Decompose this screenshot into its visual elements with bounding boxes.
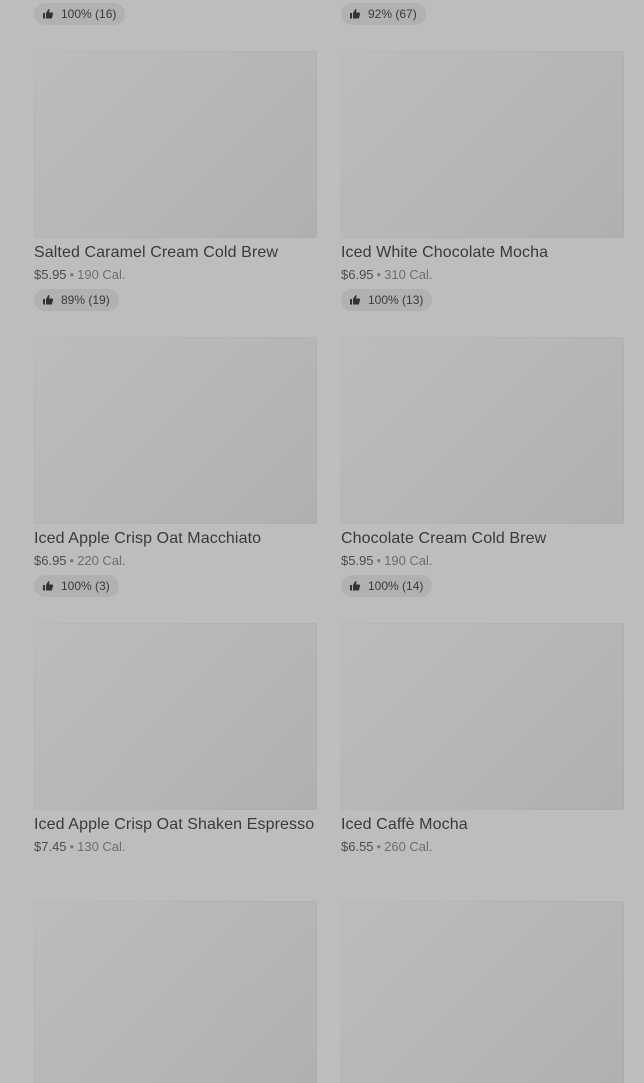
product-image[interactable] [341, 623, 624, 810]
product-image[interactable] [34, 51, 317, 238]
separator: • [376, 267, 382, 282]
product-price: $5.95 [341, 553, 374, 568]
rating-badge[interactable]: 92% (67) [341, 3, 426, 25]
rating-badge[interactable]: 89% (19) [34, 289, 119, 311]
product-image[interactable] [341, 337, 624, 524]
thumbs-up-icon [43, 9, 54, 19]
rating-text: 92% (67) [368, 7, 417, 21]
rating-text: 100% (16) [61, 7, 117, 21]
thumbs-up-icon [350, 9, 361, 19]
rating-badge[interactable]: 100% (16) [34, 3, 126, 25]
product-image[interactable] [341, 901, 624, 1083]
product-card[interactable]: Iced Apple Crisp Oat Shaken Espresso $7.… [34, 623, 317, 855]
product-meta: $6.55 • 260 Cal. [341, 838, 624, 855]
product-name[interactable]: Iced Apple Crisp Oat Macchiato [34, 529, 317, 549]
product-image[interactable] [34, 623, 317, 810]
product-calories: 260 Cal. [384, 839, 433, 854]
product-meta: $5.95 • 190 Cal. [341, 552, 624, 569]
rating-badge[interactable]: 100% (3) [34, 575, 119, 597]
product-price: $5.95 [34, 267, 67, 282]
product-name[interactable]: Chocolate Cream Cold Brew [341, 529, 624, 549]
thumbs-up-icon [350, 581, 361, 591]
product-price: $6.55 [341, 839, 374, 854]
product-price: $6.95 [341, 267, 374, 282]
product-card[interactable]: Chocolate Cream Cold Brew $5.95 • 190 Cal.… [341, 337, 624, 597]
product-image[interactable] [34, 901, 317, 1083]
product-price: $6.95 [34, 553, 67, 568]
product-calories: 190 Cal. [384, 553, 433, 568]
rating-text: 89% (19) [61, 293, 110, 307]
product-name[interactable]: Iced White Chocolate Mocha [341, 243, 624, 263]
thumbs-up-icon [43, 295, 54, 305]
product-card[interactable]: Iced Apple Crisp Oat Macchiato $6.95 • 220… [34, 337, 317, 597]
rating-badge[interactable]: 100% (14) [341, 575, 433, 597]
product-calories: 310 Cal. [384, 267, 433, 282]
product-image[interactable] [341, 51, 624, 238]
product-card[interactable]: Salted Caramel Cream Cold Brew $5.95 • 190… [34, 51, 317, 311]
product-name[interactable]: Salted Caramel Cream Cold Brew [34, 243, 317, 263]
separator: • [69, 839, 75, 854]
product-calories: 220 Cal. [77, 553, 126, 568]
rating-badge[interactable]: 100% (13) [341, 289, 433, 311]
rating-text: 100% (3) [61, 579, 110, 593]
product-calories: 130 Cal. [77, 839, 126, 854]
product-price: $7.45 [34, 839, 67, 854]
separator: • [69, 267, 75, 282]
product-name[interactable]: Iced Apple Crisp Oat Shaken Espresso [34, 815, 317, 835]
product-card[interactable] [34, 901, 317, 1083]
separator: • [69, 553, 75, 568]
product-card[interactable]: Iced Caffè Mocha $6.55 • 260 Cal. [341, 623, 624, 855]
product-name[interactable]: Iced Caffè Mocha [341, 815, 624, 835]
product-meta: $7.45 • 130 Cal. [34, 838, 317, 855]
product-card[interactable] [341, 901, 624, 1083]
rating-text: 100% (14) [368, 579, 424, 593]
thumbs-up-icon [43, 581, 54, 591]
product-meta: $6.95 • 310 Cal. [341, 266, 624, 283]
separator: • [376, 553, 382, 568]
menu-page: 100% (16) 92% (67) Salted Caramel Cream … [0, 0, 644, 1083]
product-meta: $5.95 • 190 Cal. [34, 266, 317, 283]
thumbs-up-icon [350, 295, 361, 305]
product-meta: $6.95 • 220 Cal. [34, 552, 317, 569]
product-card[interactable]: Iced White Chocolate Mocha $6.95 • 310 Cal… [341, 51, 624, 311]
previous-row-badges: 100% (16) 92% (67) [0, 3, 644, 27]
product-image[interactable] [34, 337, 317, 524]
separator: • [376, 839, 382, 854]
rating-text: 100% (13) [368, 293, 424, 307]
product-calories: 190 Cal. [77, 267, 126, 282]
